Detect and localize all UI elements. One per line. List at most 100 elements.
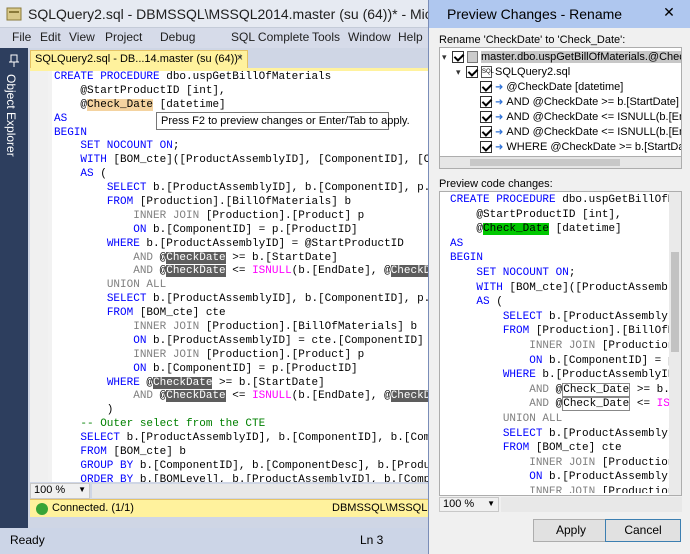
checkbox[interactable] xyxy=(480,111,492,124)
code-line: INNER JOIN [Production].[BillOfMaterials… xyxy=(133,321,418,334)
scrollbar-thumb[interactable] xyxy=(671,252,679,352)
arrow-right-icon: ➜ xyxy=(495,97,504,108)
code-line: ORDER BY b.[BOMLevel], b.[ProductAssembl… xyxy=(80,473,428,482)
rename-description: Rename 'CheckDate' to 'Check_Date': xyxy=(439,34,626,46)
tree-item-file[interactable]: ▾ SQLSQLQuery2.sql xyxy=(456,65,570,79)
tree-item-label: WHERE @CheckDate >= b.[StartDate] xyxy=(506,141,682,153)
code-line: UNION ALL xyxy=(106,279,167,292)
preview-code-pane[interactable]: CREATE PROCEDURE dbo.uspGetBillOfM @Star… xyxy=(439,191,682,496)
tree-item-label: AND @CheckDate <= ISNULL(b.[EndDate] xyxy=(506,111,681,123)
tree-item-change[interactable]: ➜ AND @CheckDate >= b.[StartDate] xyxy=(480,95,679,109)
menu-edit[interactable]: Edit xyxy=(40,30,61,44)
dialog-title-bar: Preview Changes - Rename ✕ xyxy=(429,0,690,28)
code-line: INNER JOIN [Production xyxy=(529,339,672,352)
preview-vertical-scrollbar[interactable] xyxy=(669,192,681,495)
preview-code: CREATE PROCEDURE dbo.uspGetBillOfM @Star… xyxy=(450,193,672,493)
menu-debug[interactable]: Debug xyxy=(160,30,195,44)
code-line: INNER JOIN [Production xyxy=(529,456,672,469)
code-line: AND @CheckDate >= b.[StartDate] xyxy=(133,251,338,264)
code-line: SELECT b.[ProductAssemblyI xyxy=(502,310,672,323)
editor-zoom-value: 100 % xyxy=(34,484,66,496)
sql-editor[interactable]: −CREATE PROCEDURE dbo.uspGetBillOfMateri… xyxy=(30,71,428,482)
code-line: ON b.[ProductAssemblyID] = cte.[Componen… xyxy=(133,334,424,347)
sql-file-icon: SQL xyxy=(481,66,494,79)
code-line: INNER JOIN [Production].[Product] p xyxy=(133,209,365,222)
collapse-icon[interactable]: ▾ xyxy=(442,50,452,64)
connection-bar: Connected. (1/1) DBMSSQL\MSSQL2014 ... xyxy=(30,499,464,517)
code-line: AS xyxy=(450,237,464,250)
tree-item-change[interactable]: ➜ WHERE @CheckDate >= b.[StartDate] xyxy=(480,140,682,154)
code-line: GROUP BY b.[ComponentID], b.[ComponentDe… xyxy=(80,459,428,472)
dialog-title: Preview Changes - Rename xyxy=(447,6,623,22)
code-line: ON b.[ComponentID] = p xyxy=(529,354,672,367)
code-line: AND @Check_Date >= b. xyxy=(529,382,670,397)
apply-button[interactable]: Apply xyxy=(533,519,609,542)
menu-project[interactable]: Project xyxy=(105,30,142,44)
preview-zoom-value: 100 % xyxy=(443,498,475,510)
editor-code[interactable]: −CREATE PROCEDURE dbo.uspGetBillOfMateri… xyxy=(54,71,428,482)
menu-sql-complete[interactable]: SQL Complete xyxy=(231,30,309,44)
object-explorer-tab[interactable]: Object Explorer xyxy=(0,48,28,528)
code-line: SELECT b.[ProductAssemblyID], b.[Compone… xyxy=(80,432,428,445)
arrow-right-icon: ➜ xyxy=(495,142,504,153)
preview-horizontal-scrollbar[interactable] xyxy=(501,497,682,512)
preview-changes-dialog: Preview Changes - Rename ✕ Rename 'Check… xyxy=(428,0,690,554)
arrow-right-icon: ➜ xyxy=(495,127,504,138)
close-icon[interactable]: ✕ xyxy=(659,4,679,22)
tree-item-change[interactable]: ➜AND @CheckDate <= ISNULL(b.[EndDate] xyxy=(480,110,681,124)
code-line: ON b.[ComponentID] = p.[ProductID] xyxy=(133,362,358,375)
code-line: BEGIN xyxy=(450,252,484,265)
checkbox[interactable] xyxy=(480,96,492,109)
change-tracking-bar xyxy=(48,71,52,482)
checkbox[interactable] xyxy=(480,141,492,154)
checkbox[interactable] xyxy=(452,51,464,64)
checkbox[interactable] xyxy=(466,66,478,79)
code-line: CREATE PROCEDURE dbo.uspGetBillOfM xyxy=(450,194,672,206)
ssms-window-title: SQLQuery2.sql - DBMSSQL\MSSQL2014.master… xyxy=(28,6,481,22)
tree-item-change[interactable]: ➜ @CheckDate [datetime] xyxy=(480,80,623,94)
code-line: SELECT b.[ProductAssemblyID], b.[Compone… xyxy=(106,293,428,306)
code-line: -- Outer select from the CTE xyxy=(80,418,266,431)
checkbox[interactable] xyxy=(480,81,492,94)
menu-help[interactable]: Help xyxy=(398,30,423,44)
code-line: @Check_Date [datetime] xyxy=(450,223,622,236)
tree-item-label: SQLQuery2.sql xyxy=(495,66,571,78)
cancel-button[interactable]: Cancel xyxy=(605,519,681,542)
menu-tools[interactable]: Tools xyxy=(312,30,340,44)
tree-item-label: @CheckDate [datetime] xyxy=(506,81,624,93)
menu-view[interactable]: View xyxy=(69,30,95,44)
tree-horizontal-scrollbar[interactable] xyxy=(439,157,682,169)
connected-icon xyxy=(36,503,48,515)
editor-horizontal-scrollbar[interactable] xyxy=(92,484,428,498)
close-icon[interactable]: × xyxy=(237,52,243,64)
arrow-right-icon: ➜ xyxy=(495,82,504,93)
pin-icon[interactable] xyxy=(7,54,21,68)
editor-zoom-dropdown[interactable]: 100 % ▼ xyxy=(30,483,90,499)
menu-window[interactable]: Window xyxy=(348,30,391,44)
code-line: WHERE b.[ProductAssemblyID xyxy=(502,369,672,382)
tree-item-label: master.dbo.uspGetBillOfMaterials.@CheckD… xyxy=(481,51,681,63)
code-line: WHERE @CheckDate >= b.[StartDate] xyxy=(106,376,325,389)
code-line: FROM [BOM_cte] cte xyxy=(502,442,622,455)
code-line: @StartProductID [int], xyxy=(450,208,622,221)
code-line: FROM [Production].[BillOfMaterials] b xyxy=(106,196,352,209)
status-ready: Ready xyxy=(10,533,45,547)
scrollbar-thumb[interactable] xyxy=(470,159,620,166)
code-line: ON b.[ComponentID] = p.[ProductID] xyxy=(133,223,358,236)
changes-tree[interactable]: ▾ master.dbo.uspGetBillOfMaterials.@Check… xyxy=(439,47,682,157)
object-explorer-label: Object Explorer xyxy=(4,74,18,157)
tree-item-object[interactable]: ▾ master.dbo.uspGetBillOfMaterials.@Check… xyxy=(442,50,681,64)
code-line: FROM [BOM_cte] cte xyxy=(106,307,226,320)
checkbox[interactable] xyxy=(480,126,492,139)
menu-file[interactable]: File xyxy=(12,30,31,44)
chevron-down-icon: ▼ xyxy=(487,499,495,508)
code-line: −CREATE PROCEDURE dbo.uspGetBillOfMateri… xyxy=(54,71,428,85)
preview-zoom-dropdown[interactable]: 100 % ▼ xyxy=(439,497,499,512)
ssms-app-icon xyxy=(6,7,22,21)
collapse-icon[interactable]: ▾ xyxy=(456,65,466,79)
code-line: AND @CheckDate <= ISNULL(b.[EndDate], @C… xyxy=(54,265,428,279)
document-tab-sqlquery2[interactable]: SQLQuery2.sql - DB...14.master (su (64))… xyxy=(30,50,248,68)
tree-item-change[interactable]: ➜AND @CheckDate <= ISNULL(b.[EndDate] xyxy=(480,125,681,139)
code-line: UNION ALL xyxy=(502,412,563,425)
code-line: SELECT b.[ProductAssemblyID], b.[Compone… xyxy=(106,182,428,195)
